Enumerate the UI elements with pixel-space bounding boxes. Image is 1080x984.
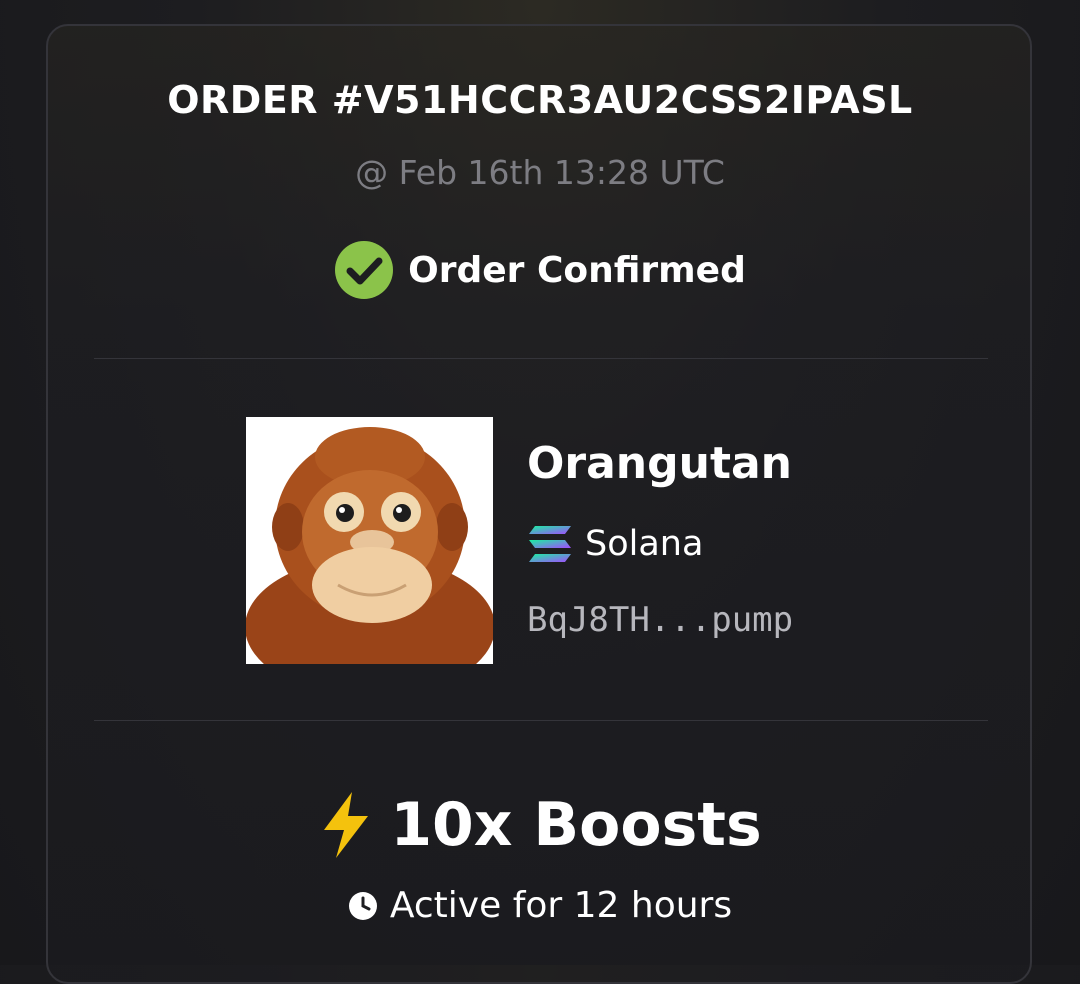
token-name: Orangutan: [527, 438, 792, 489]
order-timestamp: @ Feb 16th 13:28 UTC: [355, 153, 725, 192]
boost-summary: 10x Boosts: [0, 790, 1080, 860]
divider: [94, 358, 988, 359]
chain-name: Solana: [585, 524, 704, 564]
solana-logo-icon: [529, 526, 571, 562]
token-address[interactable]: BqJ8TH...pump: [527, 600, 793, 640]
order-status: Order Confirmed: [0, 240, 1080, 300]
clock-icon: [348, 891, 377, 920]
order-id-title: ORDER #V51HCCR3AU2CSS2IPASL: [167, 78, 913, 122]
order-status-label: Order Confirmed: [408, 249, 746, 291]
check-circle-icon: [335, 241, 394, 299]
orangutan-plush-image: [246, 417, 493, 664]
boost-label: 10x Boosts: [390, 790, 762, 860]
lightning-bolt-icon: [324, 792, 369, 858]
boost-duration: Active for 12 hours: [0, 885, 1080, 926]
divider: [94, 720, 988, 721]
token-image: [246, 417, 493, 664]
boost-duration-label: Active for 12 hours: [389, 885, 733, 926]
token-chain: Solana: [527, 524, 703, 564]
